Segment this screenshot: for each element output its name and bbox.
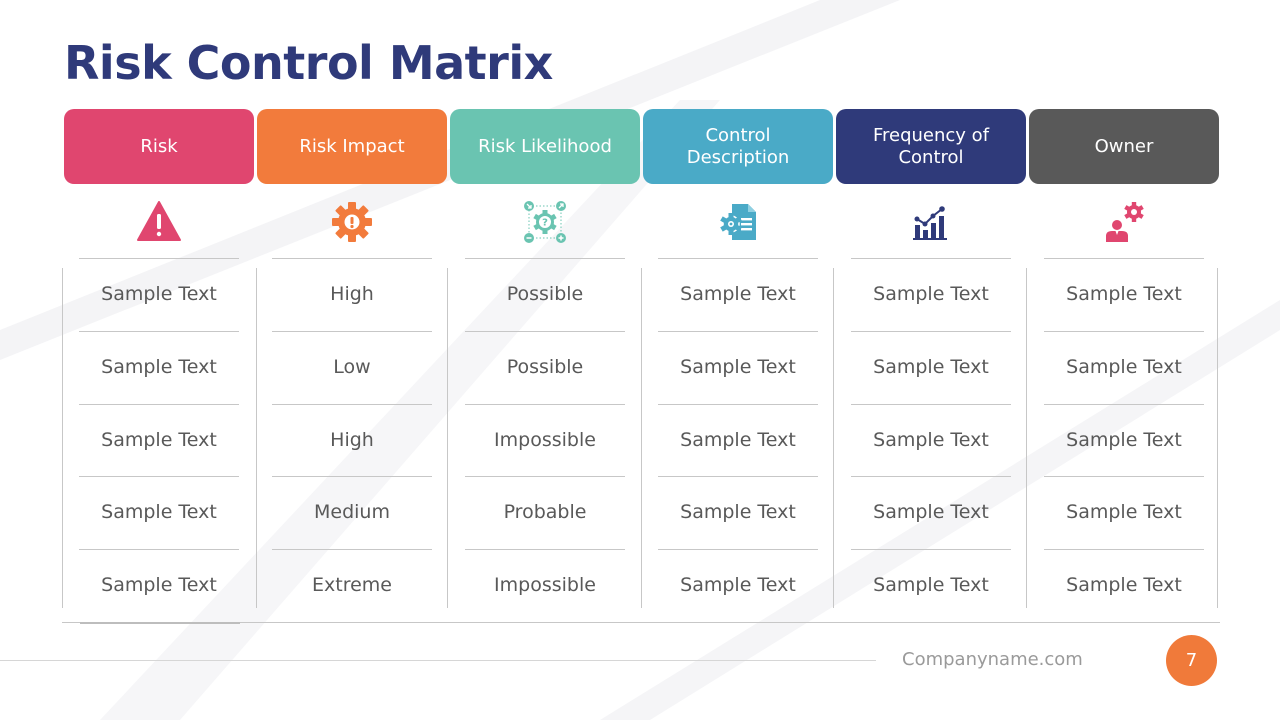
table-cell: Sample Text — [873, 283, 989, 305]
chart-growth-icon — [836, 198, 1026, 246]
header-owner: Owner — [1029, 109, 1219, 184]
table-cell: Sample Text — [680, 574, 796, 596]
column-headers: Risk Risk Impact Risk Likelihood Control… — [64, 109, 1219, 184]
table-cell: Sample Text — [873, 501, 989, 524]
table-cell: Sample Text — [101, 283, 217, 305]
header-risk-impact: Risk Impact — [257, 109, 447, 184]
table-cell: Sample Text — [873, 574, 989, 596]
table-cell: Sample Text — [101, 574, 217, 596]
svg-text:?: ? — [542, 218, 548, 229]
table-cell: Sample Text — [680, 501, 796, 524]
table-cell: Sample Text — [1066, 501, 1182, 524]
table-cell: Sample Text — [680, 355, 796, 378]
table-cell: Probable — [503, 501, 587, 524]
column-divider — [447, 268, 448, 608]
column-divider — [62, 268, 63, 608]
header-risk: Risk — [64, 109, 254, 184]
column-icons: ? — [64, 198, 1218, 246]
table-cell: Sample Text — [873, 355, 989, 378]
page-title: Risk Control Matrix — [64, 36, 553, 90]
table-cell: High — [330, 283, 374, 305]
table-cell: Sample Text — [1066, 574, 1182, 596]
table-cell: Impossible — [494, 428, 596, 451]
document-gear-icon — [643, 198, 833, 246]
table-cell: Sample Text — [680, 428, 796, 451]
table-cell: Extreme — [312, 574, 392, 596]
header-control-description: Control Description — [643, 109, 833, 184]
warning-triangle-icon — [64, 198, 254, 246]
table-cell: Sample Text — [101, 501, 217, 524]
column-divider — [833, 268, 834, 608]
table-cell: Possible — [506, 283, 584, 305]
header-frequency-of-control: Frequency of Control — [836, 109, 1026, 184]
table-cell: Low — [333, 355, 371, 378]
table-cell: High — [330, 428, 374, 451]
table-cell: Possible — [506, 355, 584, 378]
header-risk-likelihood: Risk Likelihood — [450, 109, 640, 184]
table-bottom-accent — [80, 622, 240, 624]
table-cell: Sample Text — [101, 428, 217, 451]
table-cell: Sample Text — [680, 283, 796, 305]
risk-matrix-table: Sample Text High Possible Sample Text Sample… — [62, 258, 1220, 624]
table-cell: Sample Text — [873, 428, 989, 451]
person-gear-icon — [1029, 198, 1219, 246]
table-cell: Sample Text — [1066, 283, 1182, 305]
column-divider — [1026, 268, 1027, 608]
gear-question-icon: ? — [450, 198, 640, 246]
table-cell: Medium — [314, 501, 390, 524]
table-cell: Impossible — [494, 574, 596, 596]
footer-company-site: Companyname.com — [902, 649, 1083, 670]
table-cell: Sample Text — [1066, 355, 1182, 378]
page-number-badge: 7 — [1166, 635, 1217, 686]
table-cell: Sample Text — [101, 355, 217, 378]
footer-divider — [0, 660, 876, 661]
gear-alert-icon — [257, 198, 447, 246]
column-divider — [641, 268, 642, 608]
table-cell: Sample Text — [1066, 428, 1182, 451]
